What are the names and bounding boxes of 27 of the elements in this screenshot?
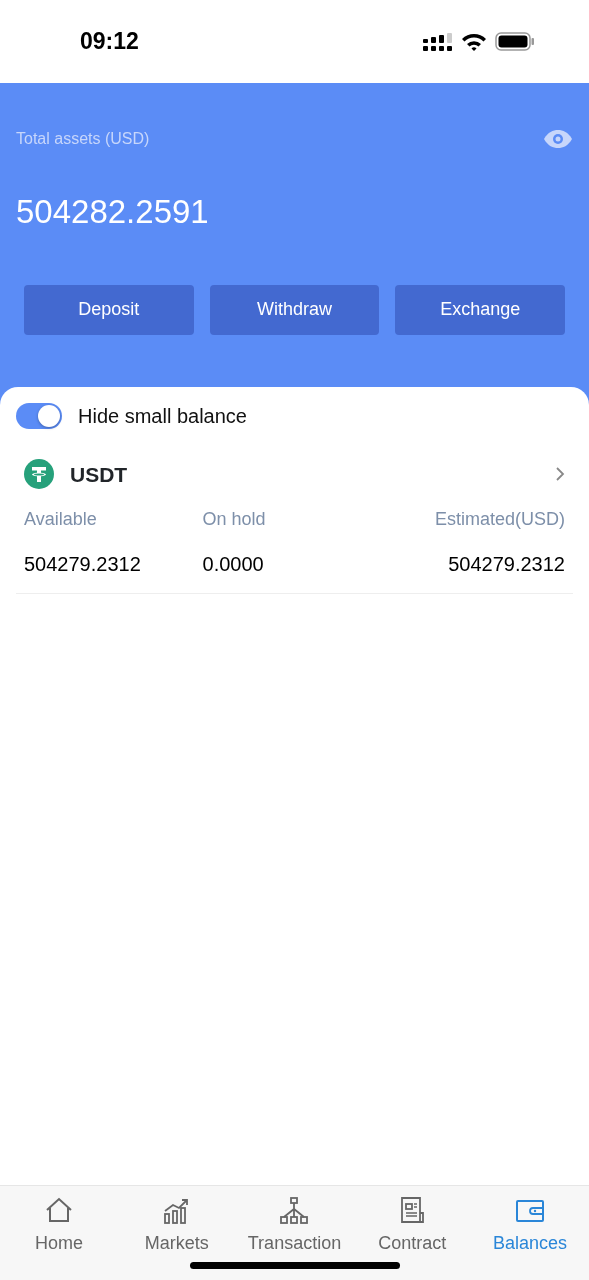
signal-icon — [423, 32, 453, 51]
wifi-icon — [461, 32, 487, 51]
total-balance: 504282.2591 — [16, 192, 210, 232]
asset-symbol: USDT — [70, 461, 129, 488]
column-label: On hold — [202, 508, 267, 531]
toggle-label: Hide small balance — [78, 403, 247, 429]
clock: 09:12 — [80, 27, 139, 57]
amount-value: 0.0000 — [202, 552, 265, 577]
coin-icon — [24, 459, 54, 490]
amount-value: 504279.2312 — [448, 552, 565, 577]
total-assets-label: Total assets (USD) — [16, 129, 150, 149]
hierarchy-icon — [279, 1196, 310, 1226]
toggle-switch[interactable] — [16, 402, 62, 429]
amount-value: 504279.2312 — [24, 552, 142, 577]
battery-icon — [495, 32, 535, 51]
tab-bar-item[interactable]: Transaction — [235, 1196, 354, 1280]
tab-bar-item[interactable]: Balances — [471, 1196, 589, 1280]
tab-bar-item[interactable]: Home — [0, 1196, 118, 1280]
column-label: Estimated(USD) — [434, 508, 565, 531]
eye-icon[interactable] — [543, 129, 573, 149]
withdraw-button[interactable]: Withdraw — [209, 284, 380, 335]
deposit-button[interactable]: Deposit — [24, 284, 194, 335]
chevron-right-icon[interactable] — [555, 466, 565, 483]
tab-bar-item[interactable]: Markets — [117, 1196, 236, 1280]
column-label: Available — [24, 508, 98, 531]
tab-bar-item[interactable]: Contract — [353, 1196, 472, 1280]
exchange-button[interactable]: Exchange — [395, 284, 565, 335]
